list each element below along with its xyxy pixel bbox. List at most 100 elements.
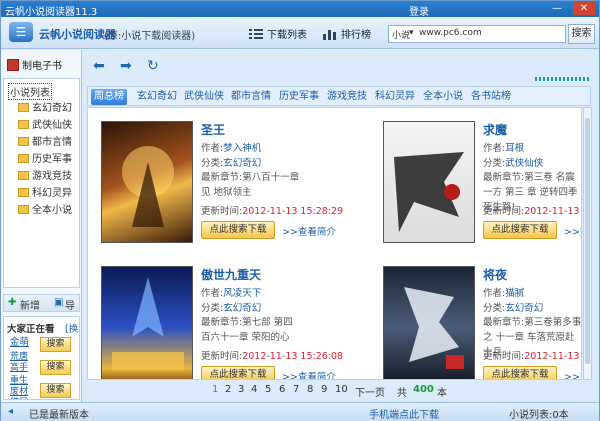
- book-updated: 更新时间:2012-11-13 15:26:08: [201, 351, 344, 362]
- book-author: 作者:风凌天下: [201, 288, 262, 299]
- intro-link[interactable]: >>查看简介: [564, 369, 581, 379]
- total-suffix: 本: [437, 388, 447, 399]
- cover-art: [404, 287, 464, 369]
- intro-link[interactable]: >>查看简介: [282, 369, 336, 379]
- tab-history[interactable]: 历史军事: [276, 89, 322, 105]
- book-cover[interactable]: [383, 266, 475, 379]
- download-button[interactable]: 点此搜索下载: [201, 366, 275, 379]
- scrollbar-thumb[interactable]: [585, 118, 590, 364]
- tab-gaming[interactable]: 游戏竞技: [324, 89, 370, 105]
- mobile-download-link[interactable]: 手机端点此下载: [369, 406, 439, 421]
- book-author: 作者:梦入神机: [201, 143, 262, 154]
- add-button[interactable]: 新增: [20, 297, 40, 312]
- reading-item-name[interactable]: 重生废材猎国: [10, 376, 30, 399]
- header-bar: ☰ 云帆小说阅读器 (原:小说下载阅读器) 下载列表 排行榜 小说 ▾ www.…: [1, 17, 599, 49]
- reading-item-name[interactable]: 荒唐高手: [10, 352, 30, 374]
- version-status: 已是最新版本: [29, 410, 89, 421]
- search-button[interactable]: 搜索: [568, 24, 595, 44]
- tree-item[interactable]: 历史军事: [18, 150, 72, 165]
- back-arrow-icon[interactable]: ⬅: [93, 59, 107, 73]
- book-updated: 更新时间:2012-11-13 15:28:29: [201, 206, 344, 217]
- search-value: www.pc6.com: [419, 28, 482, 38]
- search-input[interactable]: 小说 ▾ www.pc6.com: [388, 25, 566, 43]
- book-card: 傲世九重天 作者:风凌天下 分类:玄幻奇幻 最新章节:第七部 第四百六十一章 荣…: [101, 266, 344, 379]
- folder-icon: [18, 171, 29, 180]
- page-link[interactable]: 9: [321, 384, 327, 395]
- book-title[interactable]: 求魔: [483, 121, 507, 138]
- title-bar: 云帆小说阅读器11.3 登录 — ✕: [1, 1, 599, 18]
- page-link[interactable]: 5: [265, 384, 271, 395]
- import-icon[interactable]: ▣: [54, 297, 63, 308]
- download-button[interactable]: 点此搜索下载: [201, 221, 275, 239]
- reading-search-button[interactable]: 搜索: [40, 360, 71, 375]
- forward-arrow-icon[interactable]: ➡: [120, 59, 134, 73]
- page-link[interactable]: 1: [212, 384, 218, 395]
- page-link[interactable]: 2: [225, 384, 231, 395]
- reading-search-button[interactable]: 搜索: [40, 337, 71, 352]
- tree-root[interactable]: 小说列表: [8, 83, 52, 100]
- reading-switch-link[interactable]: [换: [65, 321, 78, 335]
- book-title[interactable]: 将夜: [483, 266, 507, 283]
- page-link[interactable]: 3: [238, 384, 244, 395]
- folder-icon: [18, 205, 29, 214]
- tab-scifi[interactable]: 科幻灵异: [372, 89, 418, 105]
- page-link[interactable]: 7: [293, 384, 299, 395]
- pager: 1 2 3 4 5 6 7 8 9 10 下一页 共 400 本: [87, 381, 591, 399]
- login-link[interactable]: 登录: [409, 3, 429, 18]
- download-list-button[interactable]: 下载列表: [249, 26, 307, 41]
- folder-icon: [18, 137, 29, 146]
- intro-link[interactable]: >>查看简介: [564, 224, 581, 238]
- reading-search-button[interactable]: 搜索: [40, 383, 71, 398]
- tree-item[interactable]: 游戏竞技: [18, 167, 72, 182]
- category-tabs: 周总榜 玄幻奇幻 武侠仙侠 都市言情 历史军事 游戏竞技 科幻灵异 全本小说 各…: [87, 86, 591, 106]
- tree-item[interactable]: 都市言情: [18, 133, 72, 148]
- download-button[interactable]: 点此搜索下载: [483, 221, 557, 239]
- page-link[interactable]: 4: [251, 384, 257, 395]
- novel-count-status: 小说列表:0本: [509, 410, 569, 421]
- page-link[interactable]: 10: [335, 384, 348, 395]
- search-scope-select[interactable]: 小说: [392, 28, 410, 41]
- window-title: 云帆小说阅读器11.3: [5, 7, 98, 18]
- intro-link[interactable]: >>查看简介: [282, 224, 336, 238]
- book-title[interactable]: 傲世九重天: [201, 266, 261, 283]
- tree-item[interactable]: 科幻灵异: [18, 184, 72, 199]
- next-page-link[interactable]: 下一页: [355, 384, 385, 399]
- make-ebook-label: 制电子书: [22, 61, 62, 72]
- tab-site-ranking[interactable]: 各书站榜: [468, 89, 514, 105]
- tab-urban[interactable]: 都市言情: [228, 89, 274, 105]
- tree-item[interactable]: 全本小说: [18, 201, 72, 216]
- novel-tree: 小说列表 玄幻奇幻 武侠仙侠 都市言情 历史军事 游戏竞技 科幻灵异 全本小说: [3, 78, 80, 288]
- book-updated: 更新时间:2012-11-13 15:28:27: [483, 206, 581, 217]
- status-bar: ◂ 已是最新版本 手机端点此下载 小说列表:0本: [1, 402, 599, 421]
- plus-icon[interactable]: ✚: [8, 297, 16, 308]
- tab-weekly[interactable]: 周总榜: [91, 89, 127, 105]
- tab-complete[interactable]: 全本小说: [420, 89, 466, 105]
- book-cover[interactable]: [383, 121, 475, 243]
- book-cover[interactable]: [101, 121, 193, 243]
- collapse-icon[interactable]: ◂: [8, 406, 13, 417]
- page-link[interactable]: 6: [279, 384, 285, 395]
- sidebar: 制电子书 小说列表 玄幻奇幻 武侠仙侠 都市言情 历史军事 游戏竞技 科幻灵异 …: [1, 50, 82, 402]
- ranking-button[interactable]: 排行榜: [323, 26, 371, 41]
- book-title[interactable]: 圣王: [201, 121, 225, 138]
- reading-item-name[interactable]: 金萌: [10, 337, 30, 348]
- book-category: 分类:玄幻奇幻: [201, 303, 262, 314]
- book-cover[interactable]: [101, 266, 193, 379]
- book-category: 分类:玄幻奇幻: [483, 303, 544, 314]
- list-icon: [249, 29, 263, 39]
- refresh-icon[interactable]: ↻: [147, 59, 161, 73]
- ranking-label: 排行榜: [341, 30, 371, 41]
- close-button[interactable]: ✕: [573, 2, 595, 15]
- book-latest: 最新章节:第八百十一章 见 地狱领主: [201, 172, 300, 198]
- page-link[interactable]: 8: [307, 384, 313, 395]
- tree-item[interactable]: 玄幻奇幻: [18, 99, 72, 114]
- tab-wuxia[interactable]: 武侠仙侠: [181, 89, 227, 105]
- tree-item[interactable]: 武侠仙侠: [18, 116, 72, 131]
- minimize-button[interactable]: —: [546, 2, 568, 15]
- book-category: 分类:武侠仙侠: [483, 158, 544, 169]
- vertical-scrollbar[interactable]: [583, 107, 592, 380]
- tab-fantasy[interactable]: 玄幻奇幻: [134, 89, 180, 105]
- chevron-down-icon[interactable]: ▾: [409, 28, 414, 38]
- make-ebook-button[interactable]: 制电子书: [7, 57, 62, 72]
- download-button[interactable]: 点此搜索下载: [483, 366, 557, 379]
